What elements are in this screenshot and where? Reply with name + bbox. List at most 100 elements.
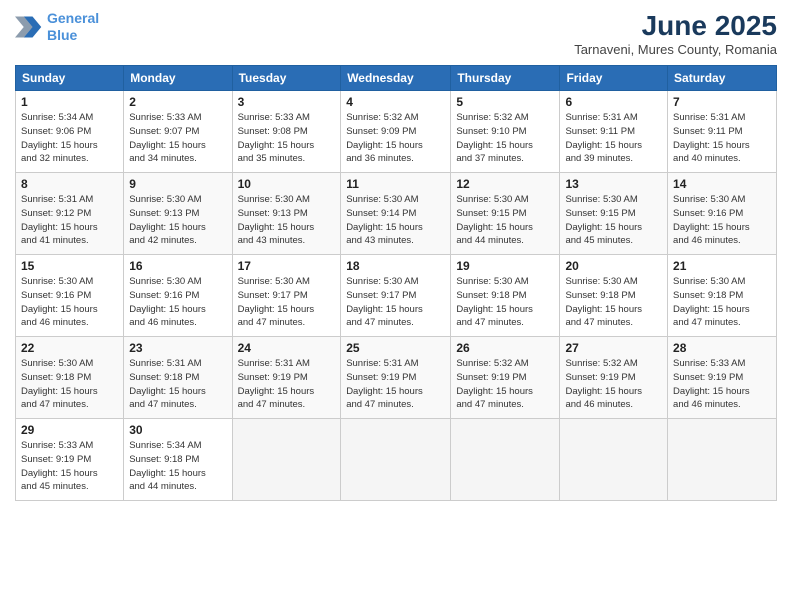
calendar-cell: 8 Sunrise: 5:31 AM Sunset: 9:12 PM Daylig… [16, 173, 124, 255]
day-info: Sunrise: 5:30 AM Sunset: 9:13 PM Dayligh… [238, 193, 336, 248]
day-info: Sunrise: 5:32 AM Sunset: 9:19 PM Dayligh… [456, 357, 554, 412]
col-header-friday: Friday [560, 66, 668, 91]
day-number: 13 [565, 177, 662, 191]
calendar-week-row: 1 Sunrise: 5:34 AM Sunset: 9:06 PM Daylig… [16, 91, 777, 173]
calendar-cell: 11 Sunrise: 5:30 AM Sunset: 9:14 PM Dayli… [341, 173, 451, 255]
calendar-week-row: 22 Sunrise: 5:30 AM Sunset: 9:18 PM Dayli… [16, 337, 777, 419]
day-number: 22 [21, 341, 118, 355]
col-header-saturday: Saturday [668, 66, 777, 91]
col-header-wednesday: Wednesday [341, 66, 451, 91]
calendar-cell: 24Sunrise: 5:31 AM Sunset: 9:19 PM Dayli… [232, 337, 341, 419]
location: Tarnaveni, Mures County, Romania [574, 42, 777, 57]
day-number: 27 [565, 341, 662, 355]
calendar-cell: 5 Sunrise: 5:32 AM Sunset: 9:10 PM Daylig… [451, 91, 560, 173]
day-info: Sunrise: 5:30 AM Sunset: 9:18 PM Dayligh… [565, 275, 662, 330]
calendar-cell: 21Sunrise: 5:30 AM Sunset: 9:18 PM Dayli… [668, 255, 777, 337]
calendar-cell: 28Sunrise: 5:33 AM Sunset: 9:19 PM Dayli… [668, 337, 777, 419]
calendar-cell: 1 Sunrise: 5:34 AM Sunset: 9:06 PM Daylig… [16, 91, 124, 173]
day-info: Sunrise: 5:30 AM Sunset: 9:16 PM Dayligh… [673, 193, 771, 248]
day-number: 16 [129, 259, 226, 273]
day-number: 29 [21, 423, 118, 437]
day-info: Sunrise: 5:31 AM Sunset: 9:19 PM Dayligh… [346, 357, 445, 412]
calendar-cell: 30 Sunrise: 5:34 AM Sunset: 9:18 PM Dayli… [124, 419, 232, 501]
calendar-cell: 10 Sunrise: 5:30 AM Sunset: 9:13 PM Dayli… [232, 173, 341, 255]
day-number: 5 [456, 95, 554, 109]
day-number: 11 [346, 177, 445, 191]
day-info: Sunrise: 5:30 AM Sunset: 9:16 PM Dayligh… [129, 275, 226, 330]
day-info: Sunrise: 5:33 AM Sunset: 9:08 PM Dayligh… [238, 111, 336, 166]
calendar-cell: 22 Sunrise: 5:30 AM Sunset: 9:18 PM Dayli… [16, 337, 124, 419]
calendar-cell: 15Sunrise: 5:30 AM Sunset: 9:16 PM Dayli… [16, 255, 124, 337]
calendar-cell: 29 Sunrise: 5:33 AM Sunset: 9:19 PM Dayli… [16, 419, 124, 501]
calendar-cell: 25 Sunrise: 5:31 AM Sunset: 9:19 PM Dayli… [341, 337, 451, 419]
day-info: Sunrise: 5:31 AM Sunset: 9:11 PM Dayligh… [565, 111, 662, 166]
day-number: 1 [21, 95, 118, 109]
day-info: Sunrise: 5:30 AM Sunset: 9:15 PM Dayligh… [565, 193, 662, 248]
calendar-cell [668, 419, 777, 501]
logo: General Blue [15, 10, 99, 44]
day-info: Sunrise: 5:33 AM Sunset: 9:07 PM Dayligh… [129, 111, 226, 166]
calendar-cell [560, 419, 668, 501]
day-number: 2 [129, 95, 226, 109]
calendar-cell: 19 Sunrise: 5:30 AM Sunset: 9:18 PM Dayli… [451, 255, 560, 337]
col-header-sunday: Sunday [16, 66, 124, 91]
calendar-week-row: 15Sunrise: 5:30 AM Sunset: 9:16 PM Dayli… [16, 255, 777, 337]
day-info: Sunrise: 5:31 AM Sunset: 9:12 PM Dayligh… [21, 193, 118, 248]
day-number: 6 [565, 95, 662, 109]
day-info: Sunrise: 5:30 AM Sunset: 9:14 PM Dayligh… [346, 193, 445, 248]
day-number: 9 [129, 177, 226, 191]
day-number: 20 [565, 259, 662, 273]
col-header-tuesday: Tuesday [232, 66, 341, 91]
day-number: 8 [21, 177, 118, 191]
logo-text: General Blue [47, 10, 99, 44]
calendar-cell: 20 Sunrise: 5:30 AM Sunset: 9:18 PM Dayli… [560, 255, 668, 337]
day-info: Sunrise: 5:30 AM Sunset: 9:18 PM Dayligh… [21, 357, 118, 412]
day-info: Sunrise: 5:31 AM Sunset: 9:11 PM Dayligh… [673, 111, 771, 166]
calendar-cell: 16 Sunrise: 5:30 AM Sunset: 9:16 PM Dayli… [124, 255, 232, 337]
col-header-monday: Monday [124, 66, 232, 91]
day-info: Sunrise: 5:30 AM Sunset: 9:18 PM Dayligh… [456, 275, 554, 330]
calendar-cell: 9Sunrise: 5:30 AM Sunset: 9:13 PM Daylig… [124, 173, 232, 255]
calendar-cell [451, 419, 560, 501]
day-info: Sunrise: 5:31 AM Sunset: 9:18 PM Dayligh… [129, 357, 226, 412]
calendar-cell: 12Sunrise: 5:30 AM Sunset: 9:15 PM Dayli… [451, 173, 560, 255]
day-info: Sunrise: 5:33 AM Sunset: 9:19 PM Dayligh… [673, 357, 771, 412]
col-header-thursday: Thursday [451, 66, 560, 91]
day-number: 24 [238, 341, 336, 355]
day-info: Sunrise: 5:30 AM Sunset: 9:17 PM Dayligh… [346, 275, 445, 330]
day-number: 18 [346, 259, 445, 273]
calendar-cell: 2 Sunrise: 5:33 AM Sunset: 9:07 PM Daylig… [124, 91, 232, 173]
day-number: 30 [129, 423, 226, 437]
day-number: 19 [456, 259, 554, 273]
calendar-cell: 3Sunrise: 5:33 AM Sunset: 9:08 PM Daylig… [232, 91, 341, 173]
calendar: SundayMondayTuesdayWednesdayThursdayFrid… [15, 65, 777, 501]
calendar-week-row: 8 Sunrise: 5:31 AM Sunset: 9:12 PM Daylig… [16, 173, 777, 255]
day-number: 14 [673, 177, 771, 191]
day-info: Sunrise: 5:30 AM Sunset: 9:16 PM Dayligh… [21, 275, 118, 330]
logo-line1: General [47, 10, 99, 26]
calendar-week-row: 29 Sunrise: 5:33 AM Sunset: 9:19 PM Dayli… [16, 419, 777, 501]
calendar-cell: 14 Sunrise: 5:30 AM Sunset: 9:16 PM Dayli… [668, 173, 777, 255]
day-number: 26 [456, 341, 554, 355]
calendar-cell: 7 Sunrise: 5:31 AM Sunset: 9:11 PM Daylig… [668, 91, 777, 173]
day-number: 25 [346, 341, 445, 355]
day-info: Sunrise: 5:30 AM Sunset: 9:18 PM Dayligh… [673, 275, 771, 330]
day-info: Sunrise: 5:32 AM Sunset: 9:09 PM Dayligh… [346, 111, 445, 166]
day-number: 7 [673, 95, 771, 109]
calendar-cell: 26 Sunrise: 5:32 AM Sunset: 9:19 PM Dayli… [451, 337, 560, 419]
day-info: Sunrise: 5:32 AM Sunset: 9:19 PM Dayligh… [565, 357, 662, 412]
calendar-header-row: SundayMondayTuesdayWednesdayThursdayFrid… [16, 66, 777, 91]
day-info: Sunrise: 5:32 AM Sunset: 9:10 PM Dayligh… [456, 111, 554, 166]
day-info: Sunrise: 5:34 AM Sunset: 9:18 PM Dayligh… [129, 439, 226, 494]
day-info: Sunrise: 5:33 AM Sunset: 9:19 PM Dayligh… [21, 439, 118, 494]
title-area: June 2025 Tarnaveni, Mures County, Roman… [574, 10, 777, 57]
day-info: Sunrise: 5:30 AM Sunset: 9:17 PM Dayligh… [238, 275, 336, 330]
month-title: June 2025 [574, 10, 777, 42]
day-info: Sunrise: 5:34 AM Sunset: 9:06 PM Dayligh… [21, 111, 118, 166]
day-info: Sunrise: 5:30 AM Sunset: 9:15 PM Dayligh… [456, 193, 554, 248]
day-number: 23 [129, 341, 226, 355]
day-number: 10 [238, 177, 336, 191]
logo-line2: Blue [47, 27, 77, 43]
calendar-cell: 6 Sunrise: 5:31 AM Sunset: 9:11 PM Daylig… [560, 91, 668, 173]
calendar-cell: 13 Sunrise: 5:30 AM Sunset: 9:15 PM Dayli… [560, 173, 668, 255]
